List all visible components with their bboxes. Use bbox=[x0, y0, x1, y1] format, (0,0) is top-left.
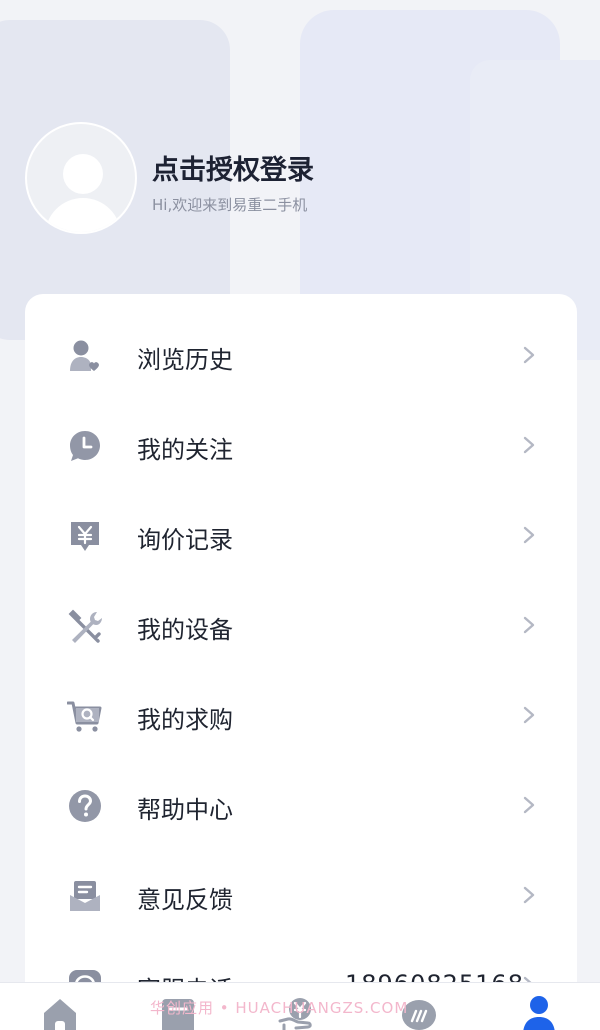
tab-home[interactable] bbox=[40, 995, 84, 1030]
menu-item-inquiry-records[interactable]: 询价记录 bbox=[25, 490, 577, 580]
login-prompt[interactable]: 点击授权登录 bbox=[152, 148, 314, 187]
avatar-body bbox=[45, 198, 121, 232]
menu-item-label: 我的关注 bbox=[137, 436, 233, 464]
yen-message-icon bbox=[71, 522, 99, 551]
avatar-head bbox=[63, 154, 103, 194]
chevron-right-icon bbox=[523, 886, 535, 904]
chevron-right-icon bbox=[523, 436, 535, 454]
menu-item-label: 我的求购 bbox=[137, 706, 233, 734]
menu-item-label: 询价记录 bbox=[137, 526, 233, 554]
cart-search-icon bbox=[67, 701, 102, 732]
menu-item-help-center[interactable]: 帮助中心 bbox=[25, 760, 577, 850]
profile-header[interactable]: 点击授权登录 Hi,欢迎来到易重二手机 bbox=[25, 122, 585, 242]
chevron-right-icon bbox=[523, 346, 535, 364]
menu-item-browse-history[interactable]: 浏览历史 bbox=[25, 310, 577, 400]
chevron-right-icon bbox=[523, 616, 535, 634]
menu-card: 浏览历史 我的关注 询价记录 我的设备 我的求购 帮助中心 意见反馈 bbox=[25, 294, 577, 1030]
menu-item-label: 我的设备 bbox=[137, 616, 233, 644]
menu-item-label: 意见反馈 bbox=[137, 886, 233, 914]
menu-item-following[interactable]: 我的关注 bbox=[25, 400, 577, 490]
avatar[interactable] bbox=[25, 122, 137, 234]
menu-item-label: 帮助中心 bbox=[137, 796, 233, 824]
menu-item-my-devices[interactable]: 我的设备 bbox=[25, 580, 577, 670]
watermark: 华创应用 • HUACHUANGZS.COM bbox=[150, 999, 409, 1017]
home-icon bbox=[44, 999, 76, 1030]
question-icon bbox=[69, 790, 101, 822]
chevron-right-icon bbox=[523, 706, 535, 724]
user-heart-icon bbox=[70, 340, 99, 371]
chevron-right-icon bbox=[523, 796, 535, 814]
chevron-right-icon bbox=[523, 526, 535, 544]
tools-icon bbox=[68, 609, 102, 643]
feedback-icon bbox=[70, 881, 100, 911]
welcome-text: Hi,欢迎来到易重二手机 bbox=[152, 196, 308, 214]
menu-item-my-purchase-requests[interactable]: 我的求购 bbox=[25, 670, 577, 760]
tab-profile[interactable] bbox=[519, 995, 563, 1030]
menu-item-label: 浏览历史 bbox=[137, 346, 233, 374]
menu-item-feedback[interactable]: 意见反馈 bbox=[25, 850, 577, 940]
profile-icon bbox=[523, 996, 555, 1030]
clock-bubble-icon bbox=[70, 431, 100, 461]
